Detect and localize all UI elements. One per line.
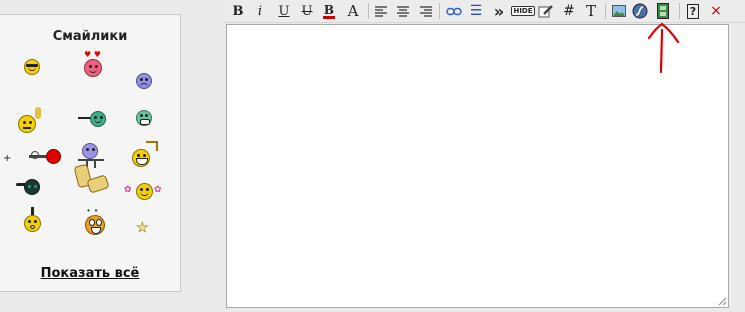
strikethrough-button[interactable]: U [298,1,316,21]
flowers-smiley-icon[interactable]: ✿ ✿ [124,179,164,205]
resize-grip-icon[interactable] [718,297,727,306]
flash-icon[interactable] [631,1,649,21]
image-glyph [612,5,626,17]
plain-text-button[interactable]: T [582,1,600,21]
flash-glyph [632,3,648,19]
edit-pencil-glyph [538,5,553,18]
annotation-arrow-icon [648,22,680,74]
code-button[interactable]: # [560,1,578,21]
link-icon[interactable] [444,1,464,21]
worried-smiley-icon[interactable] [24,207,42,233]
align-left-glyph [375,5,387,17]
toolbar-separator [368,3,369,19]
quote-icon[interactable]: » [490,1,508,21]
pointing-smiley-icon[interactable] [78,109,108,129]
list-icon[interactable]: ☰ [467,1,485,21]
shooting-smiley-icon[interactable]: + [3,147,61,167]
font-color-button[interactable]: B [320,1,338,21]
align-center-icon[interactable] [394,1,412,21]
bold-button[interactable]: B [229,1,247,21]
smilies-title: Смайлики [52,29,128,44]
star-icon[interactable]: ★ [136,220,150,237]
toolbar-separator [439,3,440,19]
cheering-smiley-icon[interactable] [130,141,158,169]
dancing-smiley-icon[interactable] [16,175,42,197]
hide-button[interactable]: HIDE [511,1,535,21]
grin-smiley-icon[interactable] [136,110,153,127]
sad-smiley-icon[interactable] [136,73,153,90]
smilies-panel: Смайлики ♥ ♥ + ✿ ✿ ∙ ∙ ★ Показать всё [0,14,181,292]
cool-smiley-icon[interactable] [24,59,40,75]
help-label: ? [686,3,700,19]
font-color-swatch [323,15,335,19]
underline-button[interactable]: U [275,1,293,21]
edit-pencil-icon[interactable] [537,1,555,21]
align-center-glyph [397,5,409,17]
clapping-hands-icon[interactable] [73,163,110,194]
hide-label: HIDE [511,6,535,16]
font-color-letter: B [323,2,335,17]
show-all-link[interactable]: Показать всё [0,266,180,281]
thinking-smiley-icon[interactable] [18,107,46,133]
close-icon[interactable]: × [708,1,724,21]
toolbar-separator [605,3,606,19]
italic-button[interactable]: i [251,1,269,21]
love-smiley-icon[interactable]: ♥ ♥ [83,51,103,77]
align-left-icon[interactable] [372,1,390,21]
shocked-smiley-icon[interactable]: ∙ ∙ ∙ [84,207,106,235]
image-icon[interactable] [610,1,628,21]
font-size-button[interactable]: A [343,1,363,21]
align-right-icon[interactable] [417,1,435,21]
align-right-glyph [420,5,432,17]
link-glyph [446,7,462,15]
